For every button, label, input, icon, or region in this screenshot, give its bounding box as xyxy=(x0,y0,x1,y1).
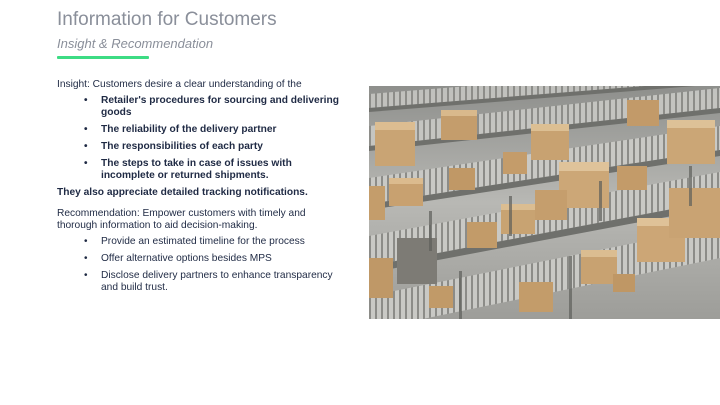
insight-list: Retailer's procedures for sourcing and d… xyxy=(57,95,347,182)
warehouse-photo xyxy=(369,86,720,319)
insight-item: The responsibilities of each party xyxy=(57,141,347,153)
recommendation-item: Offer alternative options besides MPS xyxy=(57,253,347,265)
insight-item: Retailer's procedures for sourcing and d… xyxy=(57,95,347,119)
recommendation-item: Provide an estimated timeline for the pr… xyxy=(57,236,347,248)
insight-intro: Insight: Customers desire a clear unders… xyxy=(57,79,302,90)
page-title: Information for Customers xyxy=(57,9,277,30)
warehouse-conveyor-illustration xyxy=(369,86,720,319)
tracking-note: They also appreciate detailed tracking n… xyxy=(57,187,308,198)
insight-item: The steps to take in case of issues with… xyxy=(57,158,347,182)
title-accent-bar xyxy=(57,56,149,59)
recommendation-list: Provide an estimated timeline for the pr… xyxy=(57,236,347,294)
insight-item: The reliability of the delivery partner xyxy=(57,124,347,136)
content-text: Insight: Customers desire a clear unders… xyxy=(57,79,347,299)
page-subtitle: Insight & Recommendation xyxy=(57,36,214,51)
recommendation-intro: Recommendation: Empower customers with t… xyxy=(57,208,306,231)
recommendation-item: Disclose delivery partners to enhance tr… xyxy=(57,270,347,294)
